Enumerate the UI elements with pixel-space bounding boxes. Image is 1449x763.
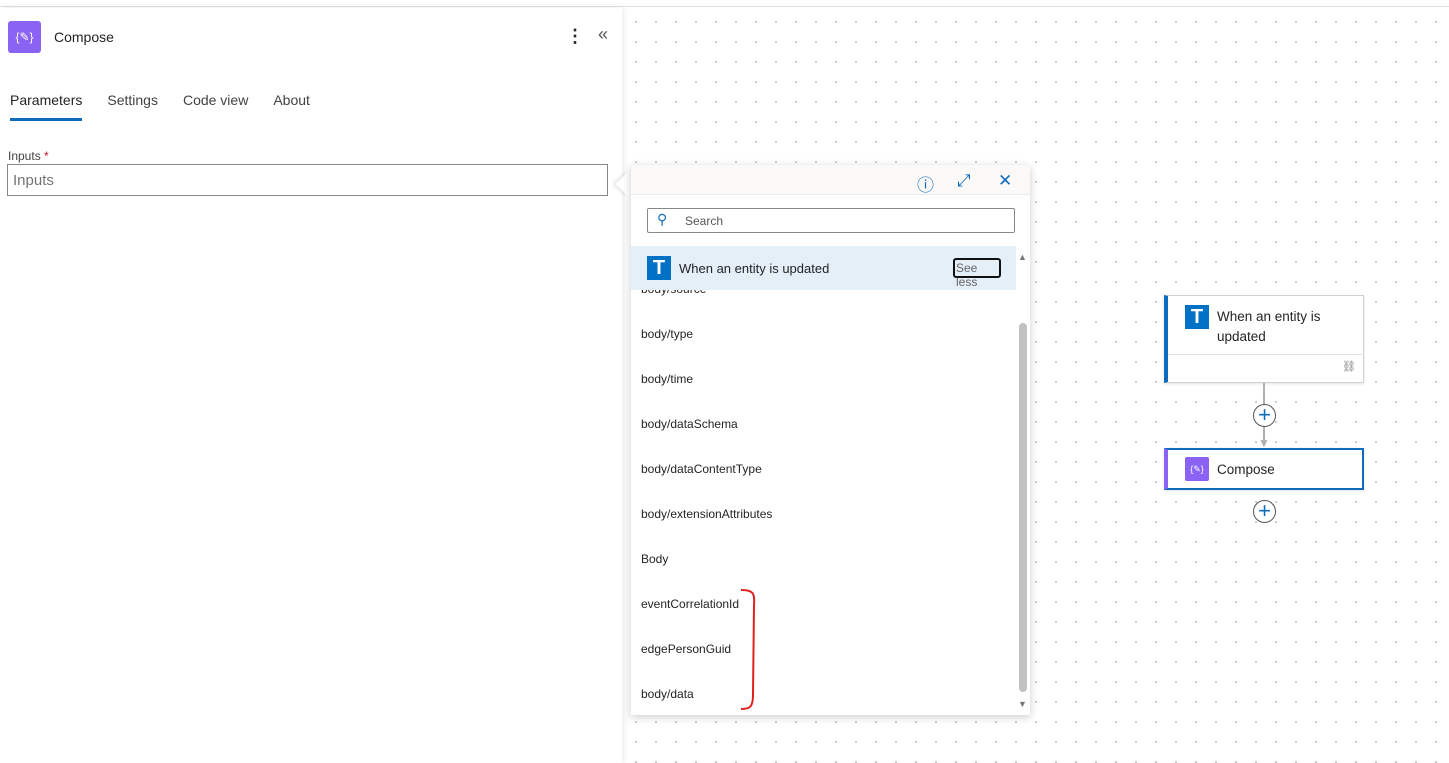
compose-icon: {✎} bbox=[8, 21, 41, 53]
trigger-title: When an entity is updated bbox=[1217, 309, 1321, 344]
scroll-up-icon[interactable]: ▲ bbox=[1018, 252, 1027, 262]
tab-about[interactable]: About bbox=[273, 92, 310, 121]
tab-settings[interactable]: Settings bbox=[107, 92, 158, 121]
list-item[interactable]: eventCorrelationId bbox=[641, 597, 739, 611]
trigger-t-icon: T bbox=[1185, 305, 1209, 329]
list-item[interactable]: body/type bbox=[641, 327, 693, 341]
add-step-button[interactable]: + bbox=[1253, 404, 1276, 427]
group-title: When an entity is updated bbox=[679, 261, 830, 276]
add-step-button[interactable]: + bbox=[1253, 500, 1276, 523]
trigger-card-footer: ⛓ bbox=[1168, 354, 1364, 382]
inputs-label: Inputs * bbox=[8, 149, 49, 163]
trigger-t-icon: T bbox=[647, 256, 671, 280]
required-mark: * bbox=[44, 149, 49, 163]
list-item[interactable]: Body bbox=[641, 552, 668, 566]
link-icon: ⛓ bbox=[1342, 361, 1356, 373]
search-input[interactable]: ⚲ Search bbox=[647, 208, 1015, 233]
panel-tabs: Parameters Settings Code view About bbox=[10, 92, 310, 121]
collapse-panel-icon[interactable]: « bbox=[598, 24, 608, 45]
tab-code-view[interactable]: Code view bbox=[183, 92, 248, 121]
info-icon[interactable]: ⓘ bbox=[917, 171, 934, 196]
dynamic-content-list: T When an entity is updated See less bod… bbox=[631, 246, 1016, 715]
close-icon[interactable]: ✕ bbox=[998, 171, 1012, 191]
list-item[interactable]: body/time bbox=[641, 372, 693, 386]
panel-title: Compose bbox=[54, 29, 114, 45]
list-item[interactable]: edgePersonGuid bbox=[641, 642, 731, 656]
action-details-panel: {✎} Compose ⋮ « Parameters Settings Code… bbox=[0, 8, 622, 763]
compose-card[interactable]: {✎} Compose bbox=[1164, 448, 1364, 490]
trigger-card[interactable]: T When an entity is updated ⛓ bbox=[1164, 295, 1364, 383]
top-bar bbox=[0, 0, 1449, 7]
scrollbar-thumb[interactable] bbox=[1019, 323, 1027, 692]
dynamic-content-popup: ⓘ ⤢ ✕ ⚲ Search T When an entity is updat… bbox=[631, 165, 1030, 715]
scroll-down-icon[interactable]: ▼ bbox=[1018, 699, 1027, 709]
popup-header: ⓘ ⤢ ✕ bbox=[631, 165, 1030, 195]
list-item[interactable]: body/dataSchema bbox=[641, 417, 738, 431]
more-options-icon[interactable]: ⋮ bbox=[566, 26, 584, 47]
red-bracket-annotation bbox=[740, 589, 756, 710]
list-item[interactable]: body/dataContentType bbox=[641, 462, 762, 476]
compose-icon: {✎} bbox=[1185, 457, 1209, 481]
inputs-label-text: Inputs bbox=[8, 149, 41, 163]
list-item[interactable]: body/extensionAttributes bbox=[641, 507, 772, 521]
inputs-field[interactable] bbox=[7, 164, 608, 196]
scrollbar[interactable]: ▲ ▼ bbox=[1017, 246, 1029, 715]
list-item[interactable]: body/data bbox=[641, 687, 694, 701]
group-header: T When an entity is updated See less bbox=[631, 246, 1016, 290]
search-icon: ⚲ bbox=[657, 211, 668, 227]
search-placeholder: Search bbox=[685, 214, 724, 228]
compose-title: Compose bbox=[1217, 462, 1275, 477]
see-less-button[interactable]: See less bbox=[953, 258, 1001, 289]
tab-parameters[interactable]: Parameters bbox=[10, 92, 83, 121]
expand-icon[interactable]: ⤢ bbox=[957, 171, 971, 191]
